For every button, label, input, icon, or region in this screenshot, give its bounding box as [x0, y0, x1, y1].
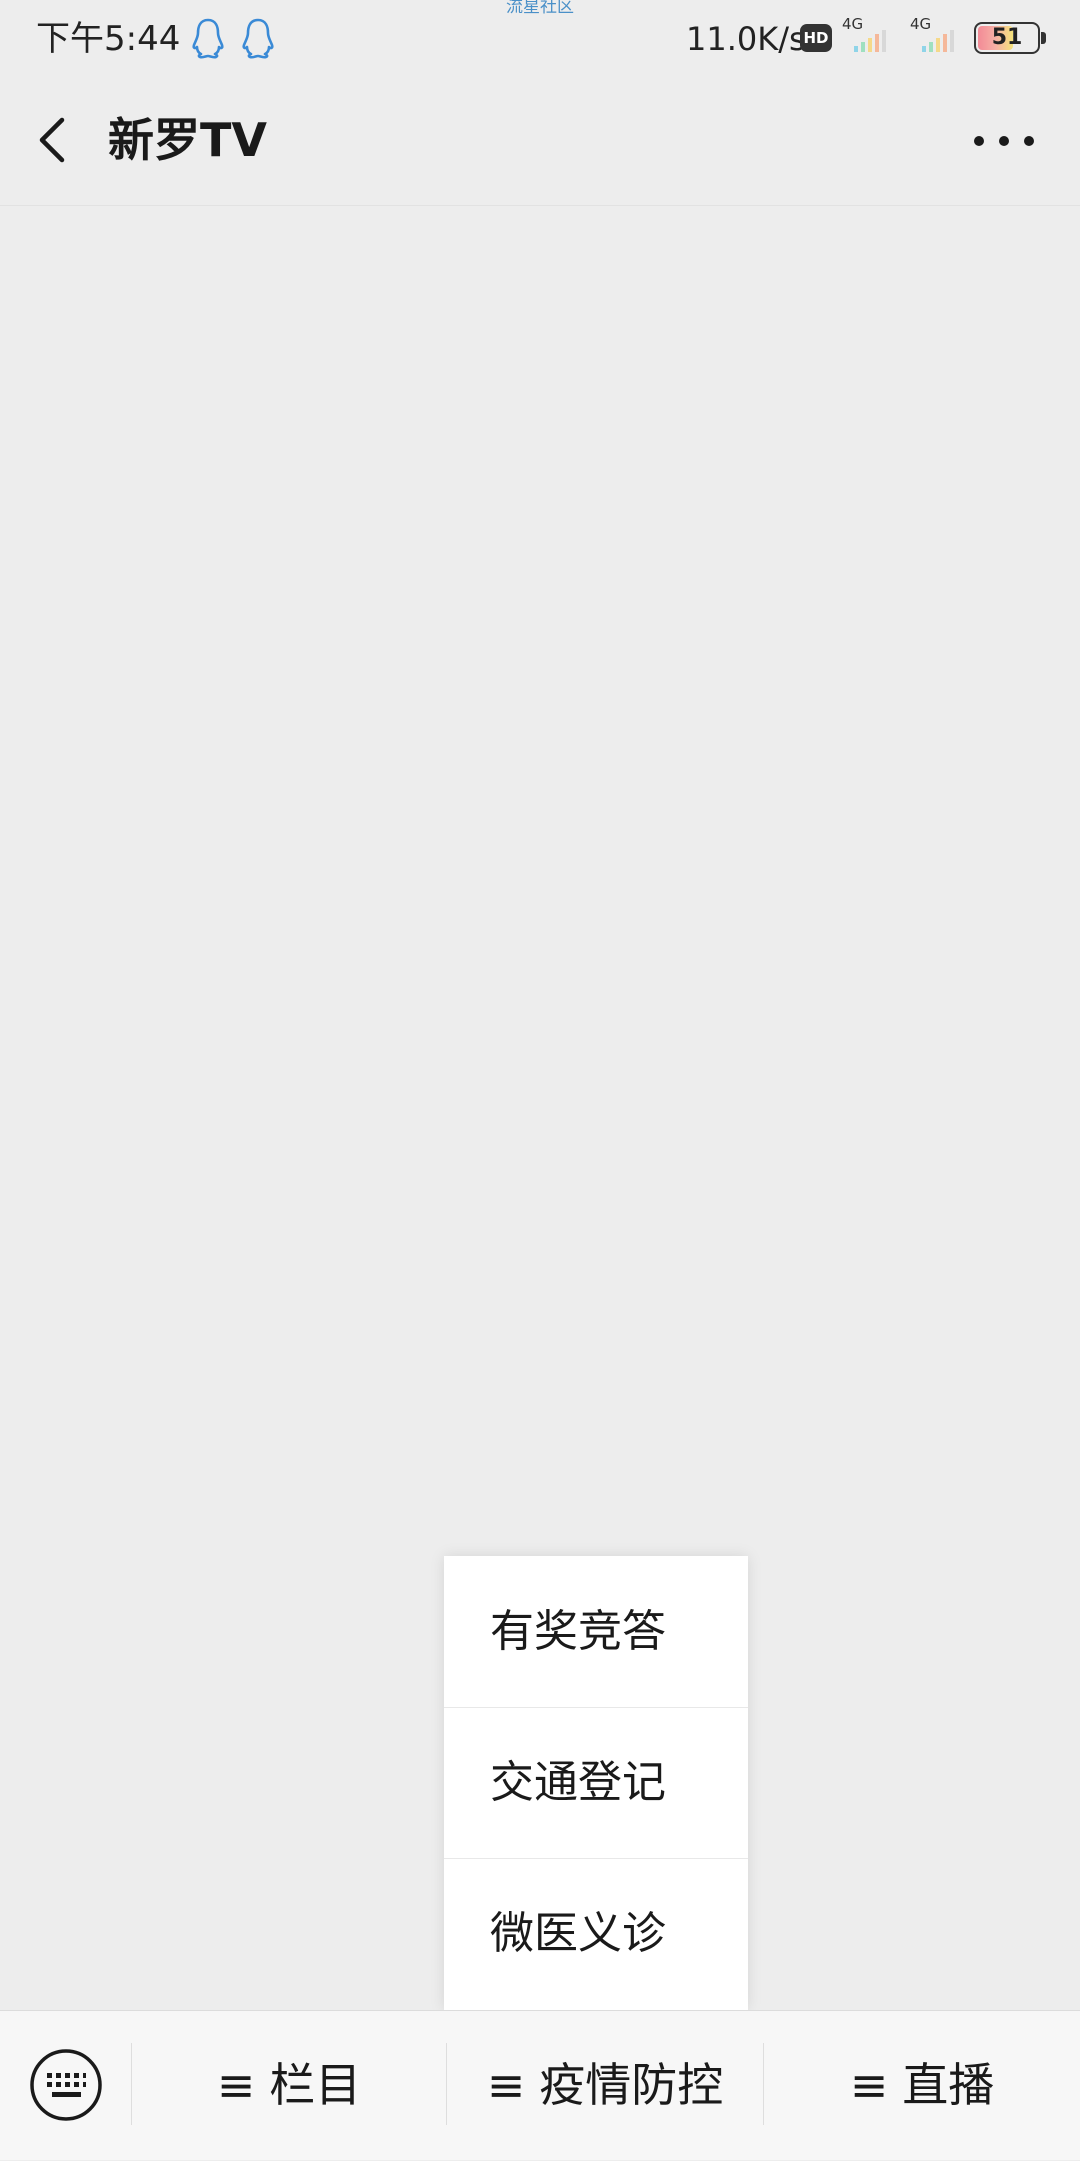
submenu-popup: 有奖竞答 交通登记 微医义诊 — [444, 1556, 748, 2010]
submenu-item-free-clinic[interactable]: 微医义诊 — [444, 1858, 748, 2010]
hd-icon: HD — [800, 24, 832, 52]
menu-button-label: 疫情防控 — [539, 2058, 724, 2112]
submenu-item-traffic-registration[interactable]: 交通登记 — [444, 1707, 748, 1858]
menu-list-icon: ≡ — [849, 2058, 889, 2112]
submenu-item-prize-quiz[interactable]: 有奖竞答 — [444, 1556, 748, 1707]
status-bar: 下午5:44 流星社区 11.0K/s HD 4G 4G 51 — [0, 0, 1080, 78]
chevron-left-icon[interactable] — [28, 108, 92, 172]
signal-icon: 4G — [906, 16, 964, 52]
menu-button-columns[interactable]: ≡ 栏目 — [132, 2011, 446, 2161]
keyboard-icon[interactable] — [28, 2047, 104, 2123]
page-title: 新罗TV — [108, 113, 267, 167]
more-dots-icon[interactable] — [966, 114, 1042, 168]
qq-icon — [242, 18, 274, 59]
menu-button-epidemic-control[interactable]: ≡ 疫情防控 — [447, 2011, 763, 2161]
menu-list-icon: ≡ — [216, 2058, 256, 2112]
status-time: 下午5:44 — [36, 19, 181, 59]
signal-icon: 4G — [838, 16, 896, 52]
battery-tip — [1041, 32, 1046, 44]
title-bar: 新罗TV — [0, 78, 1080, 206]
qq-icon — [192, 18, 224, 59]
menu-button-live[interactable]: ≡ 直播 — [764, 2011, 1080, 2161]
bottom-menu-bar: ≡ 栏目 ≡ 疫情防控 ≡ 直播 — [0, 2010, 1080, 2160]
menu-button-label: 直播 — [902, 2058, 995, 2112]
battery-icon: 51 — [974, 22, 1040, 54]
network-speed: 11.0K/s — [686, 20, 806, 58]
menu-button-label: 栏目 — [269, 2058, 362, 2112]
menu-list-icon: ≡ — [486, 2058, 526, 2112]
battery-level: 51 — [991, 25, 1023, 50]
